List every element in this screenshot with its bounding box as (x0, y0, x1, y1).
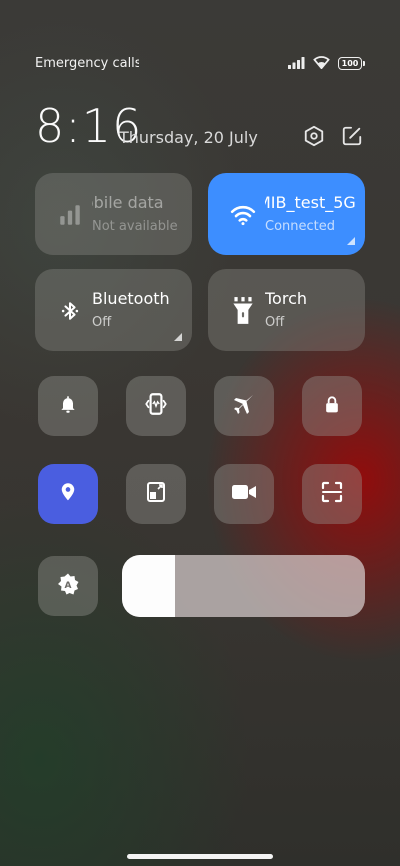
bell-icon (58, 393, 78, 419)
bluetooth-subtitle: Off (92, 315, 112, 330)
torch-title: Torch (265, 289, 308, 308)
mobile-data-tile[interactable]: Mobile data Not available (35, 173, 192, 255)
vibrate-icon (143, 391, 169, 421)
location-icon (58, 480, 78, 508)
auto-brightness-icon: A (56, 572, 80, 600)
torch-subtitle: Off (265, 315, 285, 330)
location-toggle[interactable] (38, 464, 98, 524)
wifi-icon (313, 54, 330, 73)
scanner-toggle[interactable] (302, 464, 362, 524)
brightness-fill (122, 555, 176, 617)
svg-text:A: A (65, 581, 72, 591)
video-icon (231, 481, 257, 507)
bluetooth-icon (55, 296, 85, 326)
settings-icon[interactable] (302, 124, 326, 148)
wifi-subtitle: Connected (265, 219, 336, 234)
mobile-data-icon (55, 200, 85, 230)
mobile-data-title: Mobile data (92, 193, 164, 212)
torch-icon (228, 296, 258, 326)
bluetooth-tile[interactable]: Bluetooth Off (35, 269, 192, 351)
status-icons: 100 (288, 54, 365, 73)
mobile-data-subtitle: Not available (92, 219, 178, 234)
wifi-title: MIB_test_5G (265, 193, 356, 212)
date: Thursday, 20 July (119, 128, 258, 147)
lock-icon (322, 393, 342, 419)
screen-cast-toggle[interactable] (126, 464, 186, 524)
wifi-tile[interactable]: MIB_test_5G Connected (208, 173, 365, 255)
home-indicator[interactable] (127, 854, 273, 859)
wifi-expand-indicator[interactable] (347, 237, 355, 245)
scanner-icon (320, 480, 344, 508)
bluetooth-expand-indicator[interactable] (174, 333, 182, 341)
status-bar: Emergency calls only 100 (35, 52, 365, 74)
bluetooth-title: Bluetooth (92, 289, 170, 308)
status-text: Emergency calls only (35, 55, 139, 71)
signal-icon (288, 54, 305, 73)
silent-toggle[interactable] (38, 376, 98, 436)
vibrate-toggle[interactable] (126, 376, 186, 436)
wifi-icon (228, 200, 258, 230)
screen-recorder-toggle[interactable] (214, 464, 274, 524)
battery-icon: 100 (338, 56, 365, 70)
airplane-icon (232, 392, 256, 420)
auto-brightness-toggle[interactable]: A (38, 556, 98, 616)
airplane-mode-toggle[interactable] (214, 376, 274, 436)
rotation-lock-toggle[interactable] (302, 376, 362, 436)
edit-icon[interactable] (340, 124, 364, 148)
torch-tile[interactable]: Torch Off (208, 269, 365, 351)
brightness-slider[interactable] (122, 555, 365, 617)
screen-cast-icon (144, 480, 168, 508)
